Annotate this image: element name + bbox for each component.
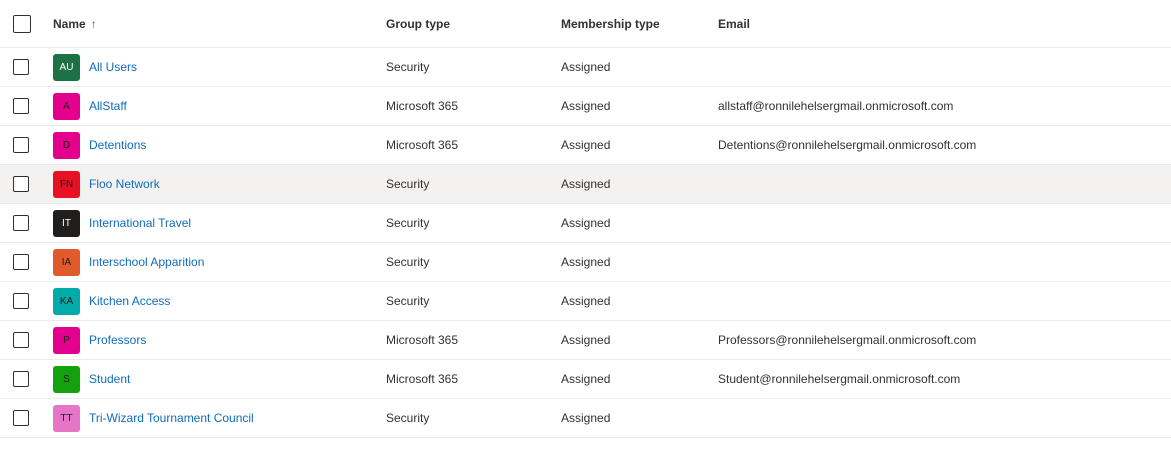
group-avatar: D	[53, 131, 80, 159]
row-checkbox[interactable]	[13, 332, 29, 348]
table-row[interactable]: S Student Microsoft 365 Assigned Student@ron…	[0, 360, 1171, 399]
name-cell: AU All Users	[53, 48, 137, 86]
group-avatar: S	[53, 365, 80, 393]
group-type-cell: Security	[386, 60, 430, 74]
column-header-email[interactable]: Email	[718, 0, 750, 47]
row-checkbox[interactable]	[13, 293, 29, 309]
group-name-link[interactable]: Detentions	[89, 138, 146, 152]
group-avatar: TT	[53, 404, 80, 432]
group-type-cell: Security	[386, 177, 430, 191]
groups-list: Name ↑ Group type Membership type Email …	[0, 0, 1171, 438]
group-type-cell: Security	[386, 294, 430, 308]
name-cell: TT Tri-Wizard Tournament Council	[53, 399, 254, 437]
sort-ascending-icon: ↑	[90, 16, 97, 31]
group-avatar: KA	[53, 287, 80, 315]
email-cell: Detentions@ronnilehelsergmail.onmicrosof…	[718, 138, 977, 152]
email-cell: Student@ronnilehelsergmail.onmicrosoft.c…	[718, 372, 961, 386]
table-row[interactable]: P Professors Microsoft 365 Assigned Professo…	[0, 321, 1171, 360]
group-avatar: AU	[53, 53, 80, 81]
name-cell: S Student	[53, 360, 130, 398]
row-checkbox[interactable]	[13, 410, 29, 426]
email-cell: Professors@ronnilehelsergmail.onmicrosof…	[718, 333, 977, 347]
name-cell: FN Floo Network	[53, 165, 160, 203]
group-name-link[interactable]: All Users	[89, 60, 137, 74]
group-type-cell: Security	[386, 411, 430, 425]
membership-type-cell: Assigned	[561, 99, 611, 113]
group-avatar: FN	[53, 170, 80, 198]
membership-type-cell: Assigned	[561, 138, 611, 152]
group-name-link[interactable]: Professors	[89, 333, 146, 347]
group-avatar: IT	[53, 209, 80, 237]
list-body: AU All Users Security Assigned A AllStaff Micr…	[0, 48, 1171, 438]
group-type-cell: Microsoft 365	[386, 99, 459, 113]
select-all-checkbox[interactable]	[13, 14, 31, 33]
group-avatar: IA	[53, 248, 80, 276]
row-checkbox[interactable]	[13, 176, 29, 192]
name-cell: D Detentions	[53, 126, 146, 164]
group-type-cell: Microsoft 365	[386, 372, 459, 386]
group-type-cell: Security	[386, 216, 430, 230]
list-header: Name ↑ Group type Membership type Email	[0, 0, 1171, 48]
name-cell: KA Kitchen Access	[53, 282, 170, 320]
column-header-name[interactable]: Name ↑	[53, 0, 97, 47]
group-name-link[interactable]: Interschool Apparition	[89, 255, 204, 269]
group-name-link[interactable]: Kitchen Access	[89, 294, 170, 308]
table-row[interactable]: FN Floo Network Security Assigned	[0, 165, 1171, 204]
group-type-cell: Security	[386, 255, 430, 269]
table-row[interactable]: IA Interschool Apparition Security Assigned	[0, 243, 1171, 282]
group-name-link[interactable]: International Travel	[89, 216, 191, 230]
name-cell: A AllStaff	[53, 87, 127, 125]
row-checkbox[interactable]	[13, 254, 29, 270]
membership-type-cell: Assigned	[561, 177, 611, 191]
table-row[interactable]: AU All Users Security Assigned	[0, 48, 1171, 87]
row-checkbox[interactable]	[13, 215, 29, 231]
row-checkbox[interactable]	[13, 59, 29, 75]
row-checkbox[interactable]	[13, 98, 29, 114]
group-name-link[interactable]: Floo Network	[89, 177, 160, 191]
name-cell: IA Interschool Apparition	[53, 243, 204, 281]
name-cell: IT International Travel	[53, 204, 191, 242]
membership-type-cell: Assigned	[561, 411, 611, 425]
table-row[interactable]: TT Tri-Wizard Tournament Council Security A…	[0, 399, 1171, 438]
group-avatar: A	[53, 92, 80, 120]
group-type-cell: Microsoft 365	[386, 333, 459, 347]
membership-type-cell: Assigned	[561, 333, 611, 347]
group-name-link[interactable]: Student	[89, 372, 130, 386]
membership-type-cell: Assigned	[561, 294, 611, 308]
group-type-cell: Microsoft 365	[386, 138, 459, 152]
group-name-link[interactable]: AllStaff	[89, 99, 127, 113]
table-row[interactable]: A AllStaff Microsoft 365 Assigned allstaff@r…	[0, 87, 1171, 126]
table-row[interactable]: D Detentions Microsoft 365 Assigned Detentio…	[0, 126, 1171, 165]
group-avatar: P	[53, 326, 80, 354]
group-name-link[interactable]: Tri-Wizard Tournament Council	[89, 411, 254, 425]
table-row[interactable]: KA Kitchen Access Security Assigned	[0, 282, 1171, 321]
email-cell: allstaff@ronnilehelsergmail.onmicrosoft.…	[718, 99, 954, 113]
row-checkbox[interactable]	[13, 137, 29, 153]
column-header-group-type[interactable]: Group type	[386, 0, 450, 47]
name-cell: P Professors	[53, 321, 146, 359]
column-header-membership-type[interactable]: Membership type	[561, 0, 660, 47]
membership-type-cell: Assigned	[561, 60, 611, 74]
table-row[interactable]: IT International Travel Security Assigned	[0, 204, 1171, 243]
membership-type-cell: Assigned	[561, 255, 611, 269]
row-checkbox[interactable]	[13, 371, 29, 387]
column-header-name-label: Name	[53, 16, 86, 31]
membership-type-cell: Assigned	[561, 372, 611, 386]
membership-type-cell: Assigned	[561, 216, 611, 230]
